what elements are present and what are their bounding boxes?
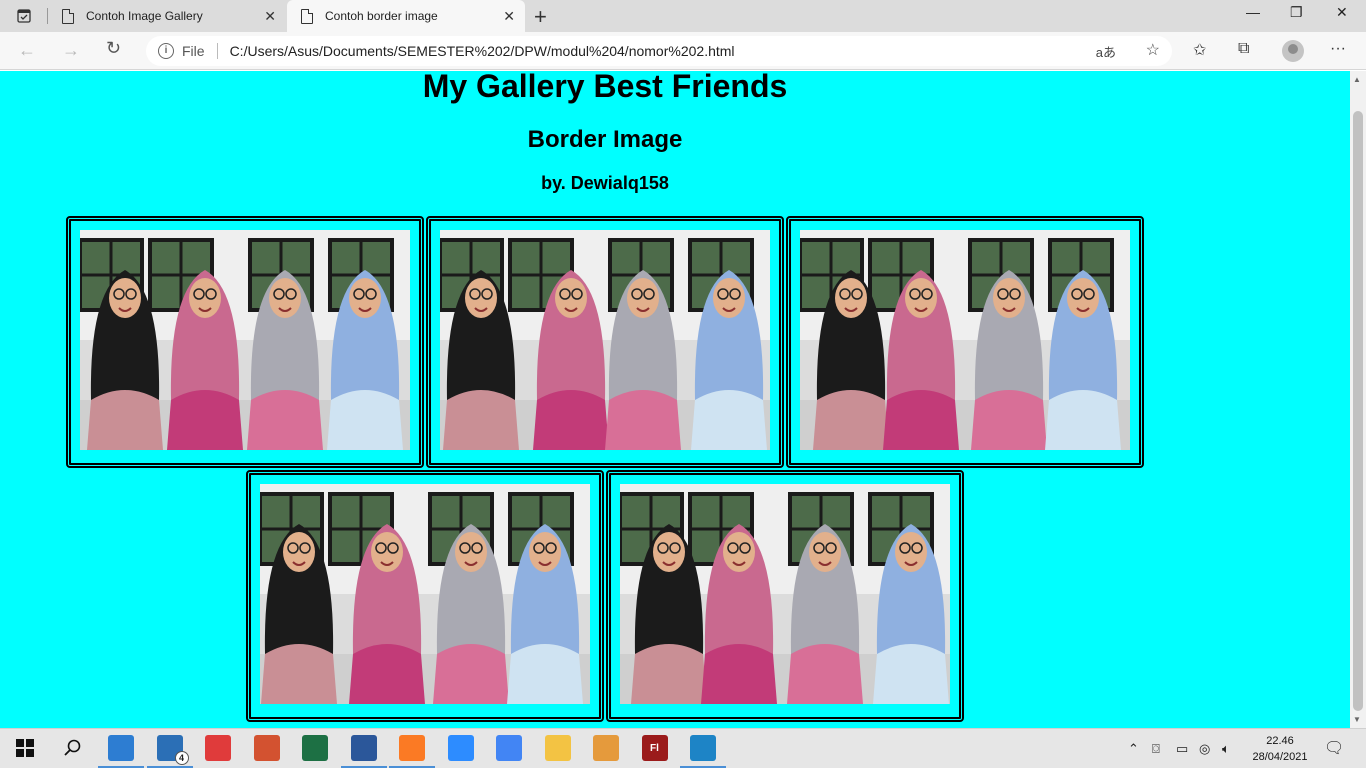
network-icon[interactable]: ◎ (1199, 741, 1210, 757)
close-window-icon[interactable]: ✕ (1336, 4, 1348, 21)
battery-icon[interactable]: ▭ (1176, 741, 1188, 757)
search-icon[interactable] (60, 735, 86, 761)
gallery-photo-5[interactable] (620, 484, 950, 704)
gallery-photo-4[interactable] (260, 484, 590, 704)
scroll-down-icon[interactable]: ▼ (1353, 715, 1361, 724)
page-icon (62, 8, 74, 24)
restore-icon[interactable]: ❐ (1290, 4, 1303, 21)
navigation-bar: ← → ↻ i File C:/Users/Asus/Documents/SEM… (0, 32, 1366, 70)
vscode-icon[interactable] (108, 735, 134, 761)
collections-icon[interactable]: ⧉ (1238, 40, 1249, 58)
folder-icon[interactable] (544, 735, 571, 761)
gallery-photo-3[interactable] (800, 230, 1130, 450)
mail-icon[interactable]: 4 (156, 735, 189, 765)
clock-time: 22.46 (1266, 735, 1294, 747)
excel-icon[interactable] (302, 735, 328, 761)
word-icon[interactable] (350, 735, 377, 761)
photos-icon[interactable] (593, 735, 619, 761)
gallery-photo-1[interactable] (80, 230, 410, 450)
flash-icon[interactable]: Fl (641, 735, 668, 761)
new-tab-icon[interactable]: + (534, 4, 547, 30)
favorites-icon[interactable]: ✩ (1193, 40, 1206, 60)
taskbar: 4 Fl ⌃ ⌼ ▭ ◎ 🔈︎ 22.46 28/04/2021 🗨︎ (0, 728, 1366, 768)
tab-title: Contoh Image Gallery (86, 9, 203, 23)
page-title: My Gallery Best Friends (422, 71, 788, 104)
info-icon[interactable]: i (158, 43, 174, 59)
more-icon[interactable]: ··· (1330, 40, 1346, 58)
close-tab-icon[interactable]: ✕ (264, 8, 276, 25)
photo-frame-5 (606, 470, 964, 722)
gift-icon[interactable] (205, 735, 231, 761)
tab-actions-icon[interactable] (10, 6, 38, 26)
read-aloud-icon[interactable]: aあ (1096, 42, 1116, 61)
reload-icon[interactable]: ↻ (106, 38, 121, 59)
star-plus-icon[interactable]: ☆ (1146, 40, 1160, 60)
windows-icon[interactable] (12, 735, 38, 761)
powerpoint-icon[interactable] (253, 735, 280, 761)
clock-date: 28/04/2021 (1252, 751, 1308, 763)
arrow-right-icon[interactable]: → (62, 40, 80, 61)
xampp-icon[interactable] (399, 735, 425, 761)
mail-badge: 4 (174, 751, 189, 765)
close-tab-icon[interactable]: ✕ (503, 8, 515, 25)
byline: by. Dewialq158 (541, 173, 669, 193)
address-bar[interactable]: i File C:/Users/Asus/Documents/SEMESTER%… (146, 36, 1172, 66)
chevron-up-icon[interactable]: ⌃ (1128, 741, 1139, 757)
tab-title: Contoh border image (325, 9, 438, 23)
minimize-icon[interactable]: — (1246, 4, 1260, 20)
touchpad-icon[interactable]: ⌼ (1152, 741, 1160, 757)
edge-icon[interactable] (690, 735, 716, 761)
vertical-scrollbar[interactable]: ▲ ▼ (1350, 71, 1366, 728)
page-icon (301, 8, 313, 24)
zoom-icon[interactable] (447, 735, 474, 761)
url-text[interactable]: C:/Users/Asus/Documents/SEMESTER%202/DPW… (230, 43, 735, 59)
page-subtitle: Border Image (527, 126, 683, 153)
divider (216, 43, 218, 59)
chrome-icon[interactable] (496, 735, 522, 761)
tab-contoh-border-image[interactable]: Contoh border image ✕ (287, 0, 525, 32)
volume-icon[interactable]: 🔈︎ (1222, 741, 1230, 757)
scheme-label: File (182, 43, 205, 59)
scrollbar-thumb[interactable] (1353, 111, 1363, 711)
tab-strip: Contoh Image Gallery ✕ Contoh border ima… (0, 0, 1366, 32)
notification-icon[interactable]: 🗨︎ (1324, 738, 1344, 758)
clock[interactable]: 22.46 28/04/2021 (1246, 733, 1314, 765)
photo-frame-4 (246, 470, 604, 722)
photo-frame-2 (426, 216, 784, 468)
gallery-photo-2[interactable] (440, 230, 770, 450)
tab-contoh-image-gallery[interactable]: Contoh Image Gallery ✕ (48, 0, 286, 32)
profile-icon[interactable] (1282, 40, 1304, 62)
scroll-up-icon[interactable]: ▲ (1353, 75, 1361, 84)
page-viewport: My Gallery Best Friends Border Image by.… (0, 71, 1350, 728)
arrow-left-icon[interactable]: ← (18, 40, 36, 61)
photo-frame-1 (66, 216, 424, 468)
photo-frame-3 (786, 216, 1144, 468)
